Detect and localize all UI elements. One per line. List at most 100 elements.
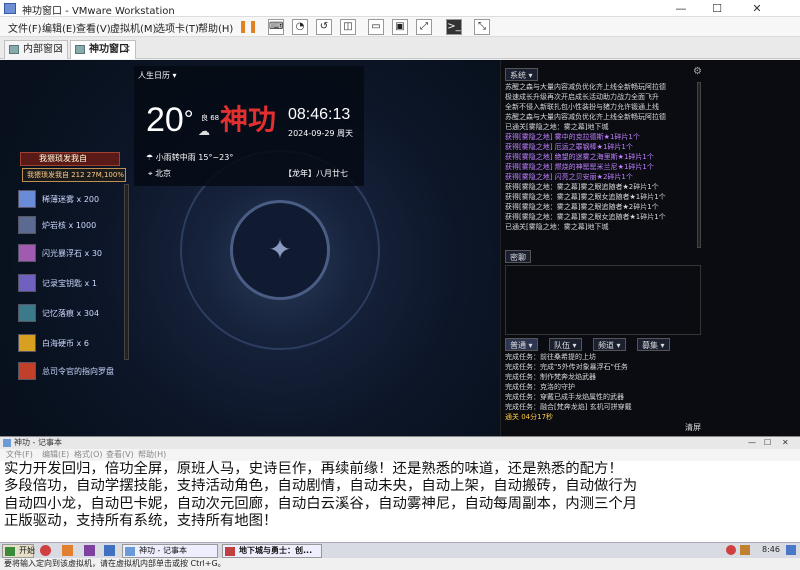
- lunar-date: 【龙年】八月廿七: [284, 169, 348, 178]
- inventory-item[interactable]: 总司令官的指向罗盘: [16, 362, 128, 384]
- tab-system[interactable]: 系统 ▾: [505, 68, 538, 81]
- system-scrollbar[interactable]: [697, 82, 701, 248]
- notepad-menu-edit[interactable]: 编辑(E): [42, 449, 69, 461]
- chat-line: 获得[雾隐之地] 雾中的克拉德斯★1碎片1个: [505, 133, 640, 141]
- inventory-tooltip: 我猥琐发我自 212 27M,100%: [22, 168, 126, 182]
- close-icon[interactable]: ✕: [55, 41, 63, 58]
- item-icon: [18, 244, 36, 262]
- notepad-menu-file[interactable]: 文件(F): [6, 449, 33, 461]
- inventory-item[interactable]: 稀薄迷雾 x 200: [16, 190, 128, 212]
- vm-display[interactable]: ✦ 人生日历 ▾ 20° 良 68 ☁ 神功 08:46:13 2024-09-…: [0, 60, 800, 436]
- inventory-item[interactable]: 闪光暴浮石 x 30: [16, 244, 128, 266]
- tab-channel[interactable]: 频道 ▾: [593, 338, 626, 351]
- pause-icon[interactable]: ❚❚: [238, 19, 258, 35]
- item-icon: [18, 304, 36, 322]
- tab-team[interactable]: 队伍 ▾: [549, 338, 582, 351]
- maximize-button[interactable]: ☐: [764, 437, 771, 449]
- windows-icon: [5, 547, 15, 556]
- item-icon: [18, 274, 36, 292]
- item-icon: [18, 334, 36, 352]
- item-icon: [18, 216, 36, 234]
- terminal-icon[interactable]: >_: [446, 19, 462, 35]
- app-icon[interactable]: [62, 545, 73, 556]
- close-icon[interactable]: ✕: [123, 41, 131, 58]
- chat-line: 获得[雾隐之地：雾之幕]雾之眼女追随者★1碎片1个: [505, 193, 666, 201]
- start-button[interactable]: 开始: [2, 544, 35, 558]
- item-label: 稀薄迷雾 x 200: [42, 195, 100, 204]
- chat-line: 获得[雾隐之地：雾之幕]雾之眼追随者★2碎片1个: [505, 183, 659, 191]
- task-message-list: 完成任务：前往桑希提的上坊 完成任务：完成"5外传对象暴浮石"任务 完成任务：制…: [505, 352, 697, 422]
- tray-icon[interactable]: [740, 545, 750, 555]
- taskbar-notepad[interactable]: 神功 - 记事本: [122, 544, 218, 558]
- notepad-text-area[interactable]: 实力开发回归，倍功全屏，原班人马，史诗巨作，再续前缘！还是熟悉的味道，还是熟悉的…: [4, 461, 794, 530]
- notepad-icon: [3, 439, 11, 447]
- system-message-list: 苏醒之森与大量内容减负优化齐上线全新畅玩阿拉德 极速成长升级再次开启成长活动助力…: [505, 82, 697, 248]
- vmware-app-icon: [4, 3, 16, 14]
- tab-internal-window[interactable]: 内部窗口 ✕: [4, 40, 68, 59]
- gear-icon[interactable]: ⚙: [693, 66, 702, 77]
- tab-bar: 内部窗口 ✕ 神功窗口 ✕: [0, 37, 800, 59]
- tab-shengong-window[interactable]: 神功窗口 ✕: [70, 40, 136, 59]
- inventory-item[interactable]: 记忆落痕 x 304: [16, 304, 128, 326]
- item-icon: [18, 362, 36, 380]
- close-button[interactable]: ✕: [782, 437, 789, 449]
- maximize-button[interactable]: ☐: [700, 0, 734, 17]
- minimize-button[interactable]: —: [664, 0, 698, 17]
- item-label: 总司令官的指向罗盘: [42, 367, 114, 376]
- item-label: 闪光暴浮石 x 30: [42, 249, 102, 258]
- tab-normal[interactable]: 普通 ▾: [505, 338, 538, 351]
- app-icon[interactable]: [104, 545, 115, 556]
- title-bar: 神功窗口 - VMware Workstation — ☐ ✕: [0, 0, 800, 17]
- cloud-icon: ☁: [198, 124, 210, 138]
- snapshot-icon[interactable]: ◔: [292, 19, 308, 35]
- tray-icon[interactable]: [786, 545, 796, 555]
- city-label: ⌖ 北京: [148, 169, 172, 178]
- notepad-menu-format[interactable]: 格式(O): [74, 449, 103, 461]
- item-label: 炉岩核 x 1000: [42, 221, 97, 230]
- vm-tab-icon: [9, 45, 19, 54]
- temperature: 20°: [146, 101, 194, 139]
- notepad-menu-help[interactable]: 帮助(H): [138, 449, 166, 461]
- chat-line: 苏醒之森与大量内容减负优化齐上线全新畅玩阿拉德: [505, 113, 666, 121]
- chat-line: 完成任务：穿戴已成手龙焰属性的武器: [505, 393, 624, 401]
- menu-file[interactable]: 文件(F): [8, 20, 42, 35]
- menu-vm[interactable]: 虚拟机(M): [110, 20, 156, 35]
- browser-icon[interactable]: [40, 545, 51, 556]
- thumbnail-view-icon[interactable]: ▭: [368, 19, 384, 35]
- fullscreen-icon[interactable]: ⤢: [416, 19, 432, 35]
- text-line: 正版驱动，支持所有系统，支持所有地图！: [4, 512, 278, 529]
- notepad-menu-view[interactable]: 查看(V): [106, 449, 134, 461]
- chat-line: 获得[雾隐之地] 闪亮之贝安丽★2碎片1个: [505, 173, 633, 181]
- calendar-label[interactable]: 人生日历 ▾: [138, 70, 177, 81]
- tab-recruit[interactable]: 募集 ▾: [637, 338, 670, 351]
- item-icon: [18, 190, 36, 208]
- chat-line: 获得[雾隐之地] 燃烧的神罂罂米兰尼★1碎片1个: [505, 163, 654, 171]
- send-ctrl-alt-del-icon[interactable]: ⌨: [268, 19, 284, 35]
- notepad-icon: [125, 547, 135, 556]
- snapshot-manager-icon[interactable]: ◫: [340, 19, 356, 35]
- revert-snapshot-icon[interactable]: ↺: [316, 19, 332, 35]
- taskbar-game[interactable]: 地下城与勇士：创...: [222, 544, 322, 558]
- item-label: 记录宝钥匙 x 1: [42, 279, 97, 288]
- inventory-item[interactable]: 白海硬币 x 6: [16, 334, 128, 356]
- menu-tabs[interactable]: 选项卡(T): [155, 20, 199, 35]
- aqi-label: 良 68: [201, 114, 220, 122]
- minimize-button[interactable]: —: [748, 437, 756, 449]
- app-icon[interactable]: [84, 545, 95, 556]
- inventory-item[interactable]: 炉岩核 x 1000: [16, 216, 128, 238]
- game-view[interactable]: ✦ 人生日历 ▾ 20° 良 68 ☁ 神功 08:46:13 2024-09-…: [0, 60, 500, 436]
- close-button[interactable]: ✕: [740, 0, 774, 17]
- inventory-item[interactable]: 记录宝钥匙 x 1: [16, 274, 128, 296]
- inventory-header[interactable]: 我猥琐发我自: [20, 152, 120, 166]
- umbrella-icon: ☂: [146, 153, 156, 162]
- console-view-icon[interactable]: ▣: [392, 19, 408, 35]
- menu-view[interactable]: 查看(V): [76, 20, 111, 35]
- game-icon: [225, 547, 235, 556]
- menu-help[interactable]: 帮助(H): [198, 20, 233, 35]
- menu-edit[interactable]: 编辑(E): [42, 20, 76, 35]
- notepad-menu-bar: 文件(F) 编辑(E) 格式(O) 查看(V) 帮助(H): [0, 449, 800, 461]
- clear-screen-button[interactable]: 清屏: [685, 422, 701, 433]
- tray-icon[interactable]: [726, 545, 736, 555]
- stretch-view-icon[interactable]: ⤡: [474, 19, 490, 35]
- tab-whisper[interactable]: 密聊: [505, 250, 531, 263]
